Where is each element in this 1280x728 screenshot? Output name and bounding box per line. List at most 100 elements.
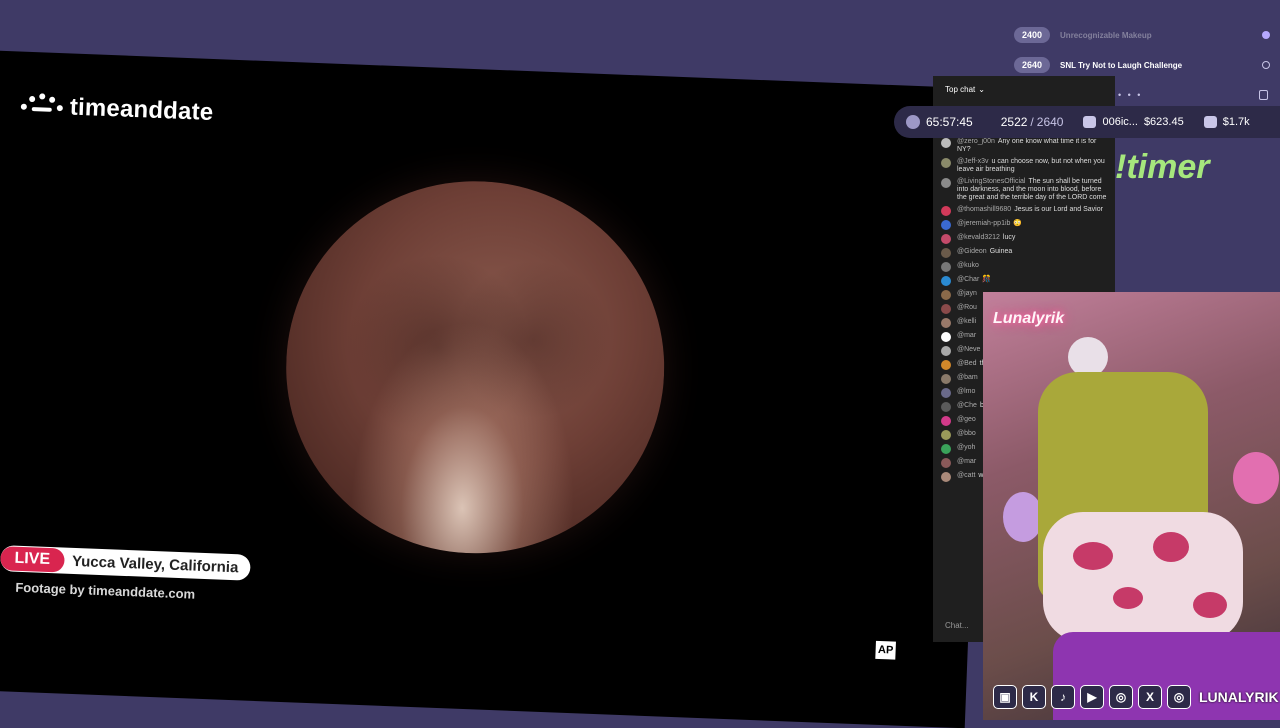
- tip-label: 006ic...: [1102, 116, 1138, 128]
- message-author[interactable]: @mar: [957, 332, 976, 339]
- avatar[interactable]: [941, 206, 951, 216]
- avatar[interactable]: [941, 388, 951, 398]
- avatar[interactable]: [941, 472, 951, 482]
- challenge-number: 2400: [1014, 27, 1051, 43]
- chat-message: @kevald3212 lucy: [941, 234, 1107, 244]
- avatar[interactable]: [941, 430, 951, 440]
- avatar[interactable]: [941, 304, 951, 314]
- message-author[interactable]: @jeremiah-pp1ib: [957, 220, 1010, 227]
- message-author[interactable]: @geo: [957, 416, 976, 423]
- message-author[interactable]: @thomashill9680: [957, 206, 1011, 213]
- message-text: Guinea: [989, 248, 1013, 255]
- pillow-spot: [1193, 592, 1227, 618]
- chat-mode-label[interactable]: Top chat: [945, 85, 975, 94]
- twitch-icon: ▣: [993, 685, 1017, 709]
- pillow-spot: [1073, 542, 1113, 570]
- chat-message: @jeremiah-pp1ib 😳: [941, 220, 1107, 230]
- message-author[interactable]: @lmo: [957, 388, 975, 395]
- message-author[interactable]: @catt: [957, 472, 975, 479]
- chat-message: @kuko: [941, 262, 1107, 272]
- timer-overlay-text: !timer: [1115, 148, 1210, 186]
- chat-input[interactable]: Chat...: [945, 621, 969, 630]
- goal-target: 2640: [1036, 115, 1064, 129]
- avatar[interactable]: [941, 220, 951, 230]
- avatar[interactable]: [941, 332, 951, 342]
- avatar[interactable]: [941, 158, 951, 168]
- message-body: @kuko: [957, 262, 1107, 272]
- avatar[interactable]: [941, 138, 951, 148]
- x-icon: X: [1138, 685, 1162, 709]
- message-body: @zero_j00n Any one know what time it is f…: [957, 138, 1107, 154]
- tiktok-icon: ♪: [1051, 685, 1075, 709]
- message-body: @Gideon Guinea: [957, 248, 1107, 258]
- message-author[interactable]: @kevald3212: [957, 234, 1000, 241]
- goal-current: 2522: [1000, 115, 1028, 129]
- chevron-down-icon[interactable]: ⌄: [978, 85, 985, 94]
- pillow-spot: [1153, 532, 1189, 562]
- avatar[interactable]: [941, 290, 951, 300]
- chat-message: @Gideon Guinea: [941, 248, 1107, 258]
- message-body: @kevald3212 lucy: [957, 234, 1107, 244]
- avatar[interactable]: [941, 276, 951, 286]
- message-author[interactable]: @yoh: [957, 444, 975, 451]
- avatar[interactable]: [941, 360, 951, 370]
- chat-header[interactable]: Top chat ⌄: [933, 76, 1115, 102]
- message-author[interactable]: @kuko: [957, 262, 979, 269]
- current-dot-icon: [1262, 61, 1270, 69]
- message-body: @thomashill9680 Jesus is our Lord and Sav…: [957, 206, 1107, 216]
- message-author[interactable]: @Jeff-x3v: [957, 158, 989, 165]
- message-author[interactable]: @Rou: [957, 304, 977, 311]
- avatar[interactable]: [941, 444, 951, 454]
- message-author[interactable]: @bbo: [957, 430, 976, 437]
- avatar[interactable]: [941, 262, 951, 272]
- chat-message: @LivingStonesOfficial The sun shall be tu…: [941, 178, 1107, 202]
- avatar[interactable]: [941, 178, 951, 188]
- avatar[interactable]: [941, 318, 951, 328]
- avatar[interactable]: [941, 374, 951, 384]
- timeanddate-logo: timeanddate: [17, 92, 214, 127]
- live-location: Yucca Valley, California: [71, 552, 239, 576]
- message-text: 😳: [1013, 220, 1023, 227]
- message-author[interactable]: @LivingStonesOfficial: [957, 178, 1025, 185]
- message-author[interactable]: @Gideon: [957, 248, 987, 255]
- webcam-feed: Lunalyrik ▣ K ♪ ▶ ◎ X ◎ LUNALYRIK: [983, 292, 1280, 720]
- message-body: @LivingStonesOfficial The sun shall be tu…: [957, 178, 1107, 202]
- bag-icon: [1083, 116, 1097, 128]
- stream-info-bar: 65:57:45 2522 / 2640 006ic... $623.45 $1…: [894, 106, 1280, 138]
- social-bar: ▣ K ♪ ▶ ◎ X ◎ LUNALYRIK: [993, 685, 1279, 709]
- video-player[interactable]: timeanddate LIVE Yucca Valley, Californi…: [0, 50, 990, 728]
- pillow-spot: [1113, 587, 1143, 609]
- instagram-icon: ◎: [1109, 685, 1133, 709]
- message-author[interactable]: @mar: [957, 458, 976, 465]
- avatar[interactable]: [941, 234, 951, 244]
- avatar[interactable]: [941, 458, 951, 468]
- streamer-handle: LUNALYRIK: [1199, 689, 1279, 705]
- avatar[interactable]: [941, 402, 951, 412]
- message-author[interactable]: @Neve: [957, 346, 980, 353]
- tip-group: 006ic... $623.45: [1083, 116, 1184, 128]
- message-body: @Char 🎊: [957, 276, 1107, 286]
- message-author[interactable]: @bam: [957, 374, 978, 381]
- chat-message: @Jeff-x3v u can choose now, but not when …: [941, 158, 1107, 174]
- message-author[interactable]: @kelli: [957, 318, 976, 325]
- total-group: $1.7k: [1203, 116, 1250, 128]
- logo-text: timeanddate: [69, 93, 214, 126]
- message-author[interactable]: @Bed: [957, 360, 977, 367]
- lock-icon: [1259, 90, 1268, 100]
- message-author[interactable]: @zero_j00n: [957, 138, 995, 145]
- avatar[interactable]: [941, 346, 951, 356]
- avatar[interactable]: [941, 248, 951, 258]
- message-text: Jesus is our Lord and Savior: [1014, 206, 1103, 213]
- challenge-row-done: 2400 Unrecognizable Makeup: [1014, 20, 1280, 50]
- clock-icon: [906, 115, 920, 129]
- message-author[interactable]: @jayn: [957, 290, 977, 297]
- message-author[interactable]: @Char: [957, 276, 979, 283]
- chat-message: @thomashill9680 Jesus is our Lord and Sav…: [941, 206, 1107, 216]
- avatar[interactable]: [941, 416, 951, 426]
- message-author[interactable]: @Che: [957, 402, 977, 409]
- message-body: @Jeff-x3v u can choose now, but not when …: [957, 158, 1107, 174]
- footage-credit: Footage by timeanddate.com: [15, 579, 196, 602]
- balloon: [1003, 492, 1043, 542]
- cow-print-pillow: [1043, 512, 1243, 642]
- timer-group: 65:57:45: [906, 115, 973, 129]
